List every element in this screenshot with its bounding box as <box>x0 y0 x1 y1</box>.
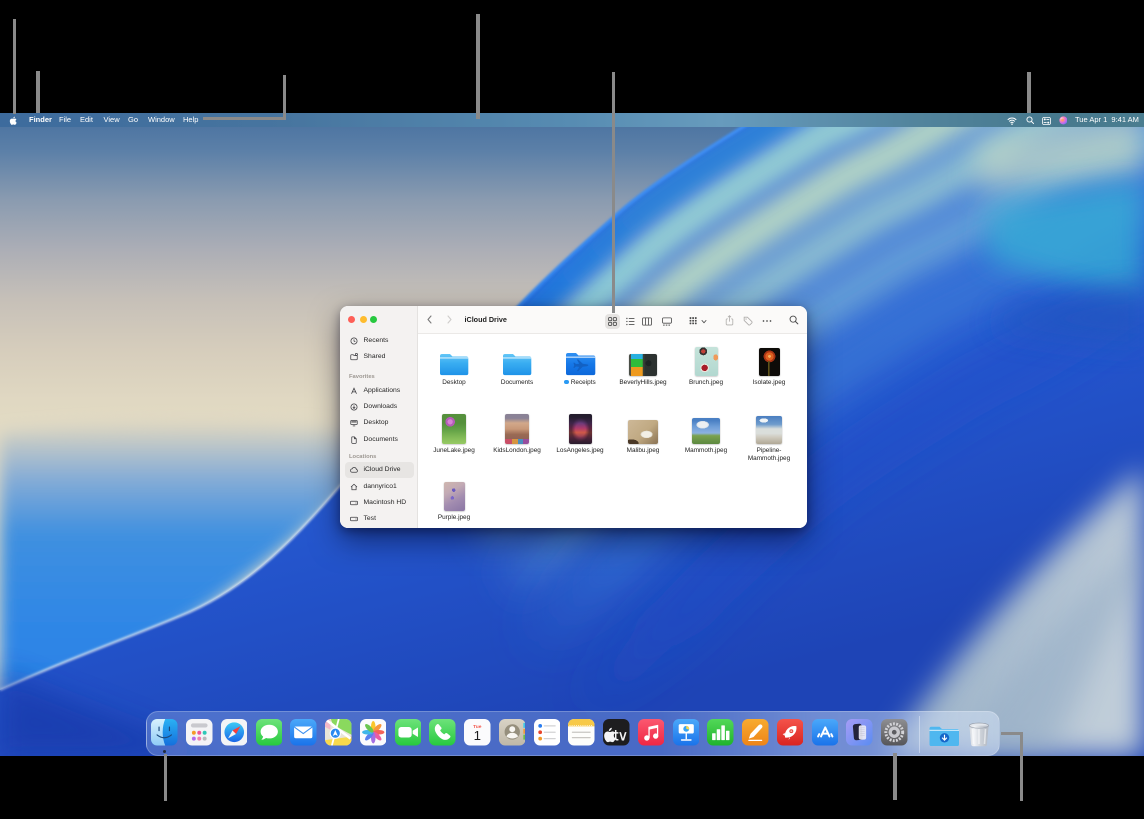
svg-text:1: 1 <box>474 728 481 743</box>
